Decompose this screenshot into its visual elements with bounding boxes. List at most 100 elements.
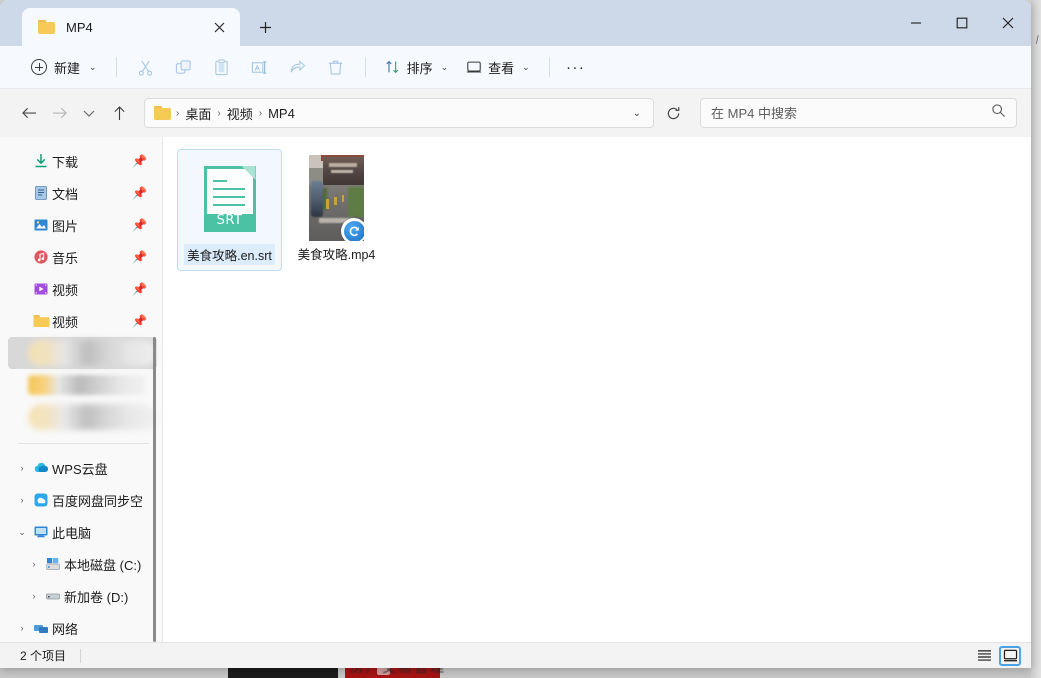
- folder-icon: [154, 106, 171, 120]
- file-explorer-window: MP4 新建 ⌄: [0, 0, 1031, 668]
- chevron-down-icon[interactable]: ⌄: [625, 108, 649, 119]
- sidebar-item-redacted-2[interactable]: [8, 401, 157, 433]
- network-icon: [30, 621, 52, 635]
- sidebar-item-label: 文档: [52, 184, 78, 203]
- breadcrumb[interactable]: › 桌面 › 视频 › MP4 ⌄: [144, 98, 654, 128]
- recent-locations-button[interactable]: [74, 98, 104, 128]
- sidebar-item-label: 下载: [52, 152, 78, 171]
- pin-icon[interactable]: 📌: [132, 250, 147, 264]
- search-box[interactable]: [700, 98, 1017, 128]
- sidebar-item-documents[interactable]: 文档 📌: [8, 177, 157, 209]
- toolbar-divider-3: [549, 57, 550, 77]
- up-button[interactable]: [104, 98, 134, 128]
- close-icon[interactable]: [206, 14, 232, 40]
- share-button[interactable]: [279, 52, 317, 82]
- sidebar-item-wps-cloud[interactable]: › WPS云盘: [8, 452, 157, 484]
- file-name-label: 美食攻略.en.srt: [184, 244, 275, 265]
- sidebar-item-local-disk-c[interactable]: › 本地磁盘 (C:): [8, 548, 157, 580]
- rename-button[interactable]: A: [241, 52, 279, 82]
- sidebar-item-music[interactable]: 音乐 📌: [8, 241, 157, 273]
- background-right-edge: [1031, 0, 1041, 678]
- more-options-button[interactable]: ···: [560, 52, 592, 82]
- sidebar-item-redacted-0[interactable]: [8, 337, 157, 369]
- new-button-label: 新建: [54, 58, 80, 77]
- chevron-right-icon[interactable]: ›: [14, 495, 30, 505]
- sort-button[interactable]: 排序 ⌄: [376, 52, 458, 82]
- download-icon: [30, 153, 52, 169]
- sidebar-item-network[interactable]: › 网络: [8, 612, 157, 642]
- cut-button[interactable]: [127, 52, 165, 82]
- file-item-mp4[interactable]: 美食攻略.mp4: [284, 149, 389, 271]
- chevron-down-icon[interactable]: ⌄: [14, 527, 30, 538]
- item-count-label: 2 个项目: [20, 647, 66, 664]
- sidebar-item-this-pc[interactable]: ⌄ 此电脑: [8, 516, 157, 548]
- sidebar-item-videos-folder[interactable]: 视频 📌: [8, 305, 157, 337]
- tab-strip: MP4: [0, 0, 284, 46]
- sidebar-item-redacted-1[interactable]: [8, 369, 157, 401]
- sort-button-label: 排序: [407, 58, 433, 77]
- sidebar-item-label: 音乐: [52, 248, 78, 267]
- tile-view-button[interactable]: [999, 646, 1021, 666]
- chevron-right-icon[interactable]: ›: [14, 623, 30, 633]
- sidebar-item-label: 视频: [52, 280, 78, 299]
- svg-text:A: A: [255, 63, 261, 72]
- address-bar-row: › 桌面 › 视频 › MP4 ⌄: [0, 89, 1031, 137]
- chevron-right-icon[interactable]: ›: [26, 559, 42, 569]
- sidebar-item-label: 百度网盘同步空: [52, 491, 143, 510]
- file-item-srt[interactable]: SRT 美食攻略.en.srt: [177, 149, 282, 271]
- delete-button[interactable]: [317, 52, 355, 82]
- sidebar-item-new-volume-d[interactable]: › 新加卷 (D:): [8, 580, 157, 612]
- pin-icon[interactable]: 📌: [132, 218, 147, 232]
- sort-arrows-icon: [385, 59, 401, 75]
- paste-button[interactable]: [203, 52, 241, 82]
- sidebar-scrollbar-track[interactable]: [149, 137, 161, 642]
- pin-icon[interactable]: 📌: [132, 314, 147, 328]
- breadcrumb-item-0[interactable]: 桌面: [180, 104, 216, 123]
- refresh-button[interactable]: [658, 98, 688, 128]
- sidebar-item-label: 网络: [52, 619, 78, 638]
- breadcrumb-item-1[interactable]: 视频: [222, 104, 258, 123]
- sync-shortcut-icon: [341, 218, 364, 241]
- window-controls: [893, 0, 1031, 46]
- toolbar-divider-2: [365, 57, 366, 77]
- sidebar-item-downloads[interactable]: 下载 📌: [8, 145, 157, 177]
- pin-icon[interactable]: 📌: [132, 154, 147, 168]
- pin-icon[interactable]: 📌: [132, 186, 147, 200]
- baidu-cloud-icon: [30, 492, 52, 508]
- list-view-button[interactable]: [973, 646, 995, 666]
- copy-button[interactable]: [165, 52, 203, 82]
- back-button[interactable]: [14, 98, 44, 128]
- navigation-pane: 下载 📌 文档 📌 图片 📌: [0, 137, 163, 642]
- sidebar-item-videos[interactable]: 视频 📌: [8, 273, 157, 305]
- search-input[interactable]: [711, 106, 991, 121]
- view-button[interactable]: 查看 ⌄: [457, 52, 539, 82]
- chevron-right-icon[interactable]: ›: [14, 463, 30, 473]
- new-tab-button[interactable]: [246, 8, 284, 46]
- search-icon[interactable]: [991, 103, 1006, 123]
- sidebar-item-pictures[interactable]: 图片 📌: [8, 209, 157, 241]
- maximize-button[interactable]: [939, 0, 985, 46]
- chevron-right-icon[interactable]: ›: [26, 591, 42, 601]
- sidebar-item-baidu-netdisk[interactable]: › 百度网盘同步空: [8, 484, 157, 516]
- status-bar: 2 个项目: [0, 642, 1031, 668]
- monitor-icon: [466, 59, 482, 75]
- pin-icon[interactable]: 📌: [132, 282, 147, 296]
- chevron-down-icon: ⌄: [89, 62, 97, 73]
- file-list-pane[interactable]: SRT 美食攻略.en.srt: [163, 137, 1031, 642]
- redacted-label: [28, 340, 157, 366]
- forward-button[interactable]: [44, 98, 74, 128]
- video-thumbnail-image: [309, 155, 364, 241]
- view-button-label: 查看: [488, 58, 514, 77]
- tab-mp4[interactable]: MP4: [22, 8, 240, 46]
- srt-file-icon: SRT: [204, 166, 256, 232]
- status-divider: [80, 649, 81, 663]
- explorer-body: 下载 📌 文档 📌 图片 📌: [0, 137, 1031, 642]
- breadcrumb-item-2[interactable]: MP4: [263, 106, 300, 121]
- toolbar-divider: [116, 57, 117, 77]
- minimize-button[interactable]: [893, 0, 939, 46]
- close-button[interactable]: [985, 0, 1031, 46]
- folder-icon: [38, 20, 55, 34]
- sidebar-scrollbar-thumb[interactable]: [153, 337, 156, 642]
- new-button[interactable]: 新建 ⌄: [22, 52, 106, 82]
- file-thumbnail: SRT: [192, 156, 268, 242]
